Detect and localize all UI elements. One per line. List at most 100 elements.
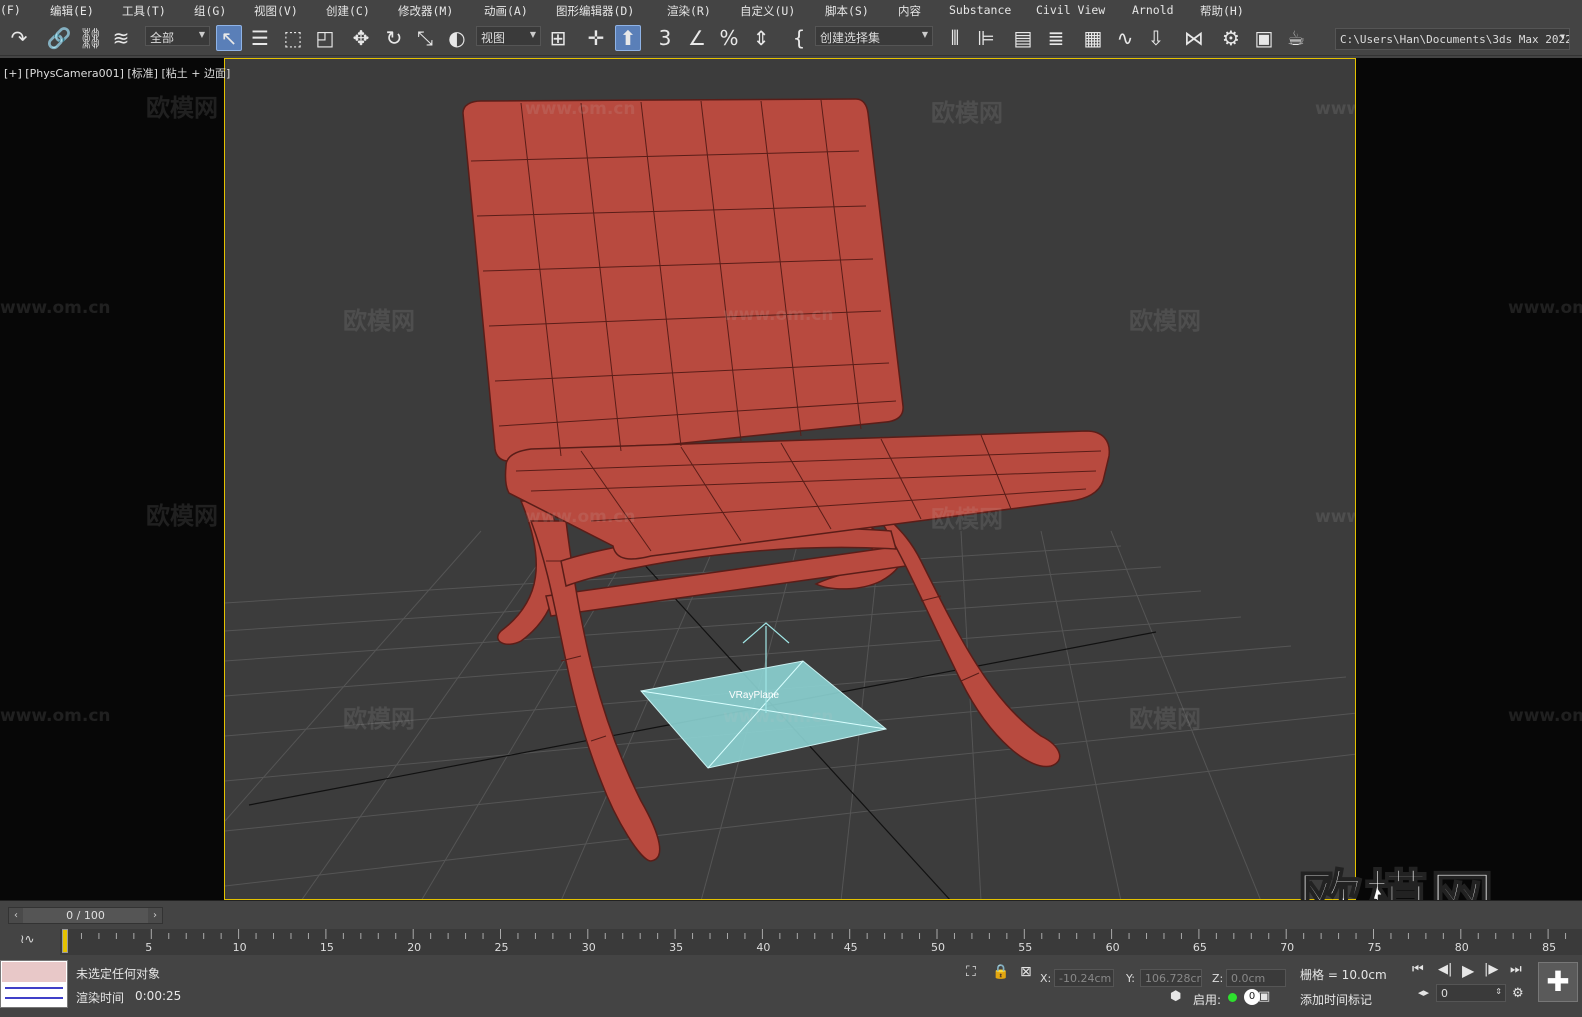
timeline-tick-label: 45 [843,941,858,954]
toggle-ribbon-icon[interactable]: ▦ [1080,25,1106,51]
current-frame-field[interactable]: 0 ⇕ [1436,984,1506,1002]
viewport-navigation-icon[interactable]: ✚ [1538,962,1578,1002]
menu-item[interactable]: 内容 [898,3,921,19]
menu-item[interactable]: 编辑(E) [50,3,94,19]
go-to-end-icon[interactable]: ⏭ [1510,962,1522,977]
menu-item[interactable]: 图形编辑器(D) [556,3,634,19]
menu-item[interactable]: 自定义(U) [740,3,795,19]
angle-snap-icon[interactable]: ∠ [684,25,710,51]
render-production-icon[interactable]: ☕ [1283,25,1309,51]
time-configuration-icon[interactable]: ⚙ [1512,986,1524,1001]
timeline-tick-label: 30 [581,941,596,954]
adaptive-degradation-icon[interactable]: ⬢ [1170,989,1181,1004]
render-time-value: 0:00:25 [135,989,182,1003]
keyboard-shortcut-toggle-icon[interactable]: ⬆ [615,25,641,51]
play-icon[interactable]: ▶ [1462,961,1474,980]
status-bar: 未选定任何对象 渲染时间 0:00:25 ⛶ 🔒 ⊠ ▣ 添加时间标记 栅格 =… [0,958,1582,1017]
watermark-url: www.om.cn [525,507,636,527]
snap-toggle-icon[interactable]: 3 [652,25,678,51]
redo-icon[interactable]: ↷ [6,25,32,51]
timeline-tick-label: 75 [1367,941,1382,954]
menu-item[interactable]: 修改器(M) [398,3,453,19]
rotate-icon[interactable]: ↻ [381,25,407,51]
reference-coord-dropdown[interactable]: 视图 ▼ [476,26,541,46]
menu-item[interactable]: Substance [949,3,1011,17]
menu-item[interactable]: 创建(C) [326,3,370,19]
selection-lock-icon[interactable]: 🔒 [992,964,1009,980]
window-crossing-icon[interactable]: ◰ [312,25,338,51]
enable-label: 启用: [1193,993,1222,1007]
watermark-text: 欧模网 [343,307,415,335]
timeline-tick-label: 70 [1280,941,1295,954]
unlink-icon[interactable]: ⛓ [78,25,104,51]
dope-sheet-icon[interactable]: ⇩ [1143,25,1169,51]
mirror-icon[interactable]: ⫴ [942,25,968,51]
watermark-text: 欧模网 [146,94,218,122]
time-slider[interactable]: ‹ 0 / 100 › [8,907,163,924]
timeline-tick-label: 50 [931,941,945,954]
selection-status: 未选定任何对象 [76,967,161,981]
timeline-tick-label: 80 [1454,941,1469,954]
align-icon[interactable]: ⊫ [973,25,999,51]
z-coordinate-field[interactable]: 0.0cm [1226,969,1286,987]
menu-item[interactable]: Arnold [1132,3,1174,17]
previous-frame-icon[interactable]: ◀| [1438,962,1452,977]
time-track[interactable]: 5 10 15 20 25 30 35 40 45 50 55 60 65 70 75 80 85 [60,929,1582,955]
viewport-scene [225,98,1355,899]
watermark-url: www.om.cn [723,305,834,325]
select-by-name-icon[interactable]: ☰ [247,25,273,51]
isolate-selection-icon[interactable]: ⛶ [966,964,976,980]
scene-explorer-icon[interactable]: ▤ [1010,25,1036,51]
x-coordinate-field[interactable]: -10.24cm [1054,969,1114,987]
menu-item[interactable]: 动画(A) [484,3,528,19]
watermark-text: 欧模网 [343,705,415,733]
select-manipulate-icon[interactable]: ✛ [583,25,609,51]
render-setup-icon[interactable]: ⚙ [1218,25,1244,51]
absolute-mode-icon[interactable]: ⊠ [1020,964,1032,980]
go-to-start-icon[interactable]: ⏮ [1412,962,1424,977]
next-frame-icon[interactable]: |▶ [1484,962,1498,977]
schematic-view-icon[interactable]: ⋈ [1181,25,1207,51]
select-object-icon[interactable]: ↖ [216,25,242,51]
menu-item[interactable]: 视图(V) [254,3,298,19]
pivot-center-icon[interactable]: ⊞ [545,25,571,51]
y-coordinate-field[interactable]: 106.728cm [1140,969,1202,987]
x-label: X: [1040,972,1052,985]
add-time-tag[interactable]: 添加时间标记 [1300,991,1372,1008]
scale-icon[interactable]: ⤡ [412,25,438,51]
camera-viewport[interactable]: VRayPlane 欧模网 www.om.cn 欧模网 www.om.cn 欧模… [224,58,1356,900]
timeline-tick-label: 65 [1192,941,1207,954]
time-slider-handle[interactable] [62,929,68,953]
percent-snap-icon[interactable]: % [716,25,742,51]
edit-named-selection-icon[interactable]: { [786,25,812,51]
move-icon[interactable]: ✥ [348,25,374,51]
named-selection-dropdown[interactable]: 创建选择集 ▼ [815,26,933,46]
menu-item[interactable]: 渲染(R) [667,3,711,19]
timeline: ‹ 0 / 100 › ≀∿ 5 10 15 20 25 30 35 40 45 50 55 60 65… [0,900,1582,958]
key-mode-icon[interactable]: ◂▸ [1418,986,1429,999]
menu-item[interactable]: 工具(T) [122,3,166,19]
rendered-frame-window-icon[interactable]: ▣ [1251,25,1277,51]
menu-item[interactable]: 帮助(H) [1200,3,1244,19]
spinner-snap-icon[interactable]: ⇕ [748,25,774,51]
project-path-dropdown[interactable]: C:\Users\Han\Documents\3ds Max 2022 ▼ [1335,28,1570,50]
link-icon[interactable]: 🔗 [46,25,72,51]
menu-item[interactable]: 脚本(S) [825,3,869,19]
timeline-tick-label: 85 [1542,941,1557,954]
menu-item[interactable]: 组(G) [194,3,226,19]
layer-explorer-icon[interactable]: ≣ [1043,25,1069,51]
prev-frame-icon[interactable]: ‹ [9,908,23,923]
bind-spacewarp-icon[interactable]: ≋ [108,25,134,51]
placement-icon[interactable]: ◐ [444,25,470,51]
viewport-label[interactable]: [+] [PhysCamera001] [标准] [粘土 + 边面] [4,65,230,81]
watermark-url: www.om.cn [525,99,636,119]
curve-editor-icon[interactable]: ∿ [1112,25,1138,51]
menu-item[interactable]: (F) [0,3,21,17]
selection-filter-dropdown[interactable]: 全部 ▼ [145,26,210,46]
maxscript-listener-mini[interactable] [0,960,68,1008]
watermark-url: www.om.cn [1315,99,1355,119]
next-frame-icon[interactable]: › [148,908,162,923]
rect-selection-icon[interactable]: ⬚ [280,25,306,51]
mini-curve-editor-icon[interactable]: ≀∿ [20,932,35,946]
menu-item[interactable]: Civil View [1036,3,1105,17]
